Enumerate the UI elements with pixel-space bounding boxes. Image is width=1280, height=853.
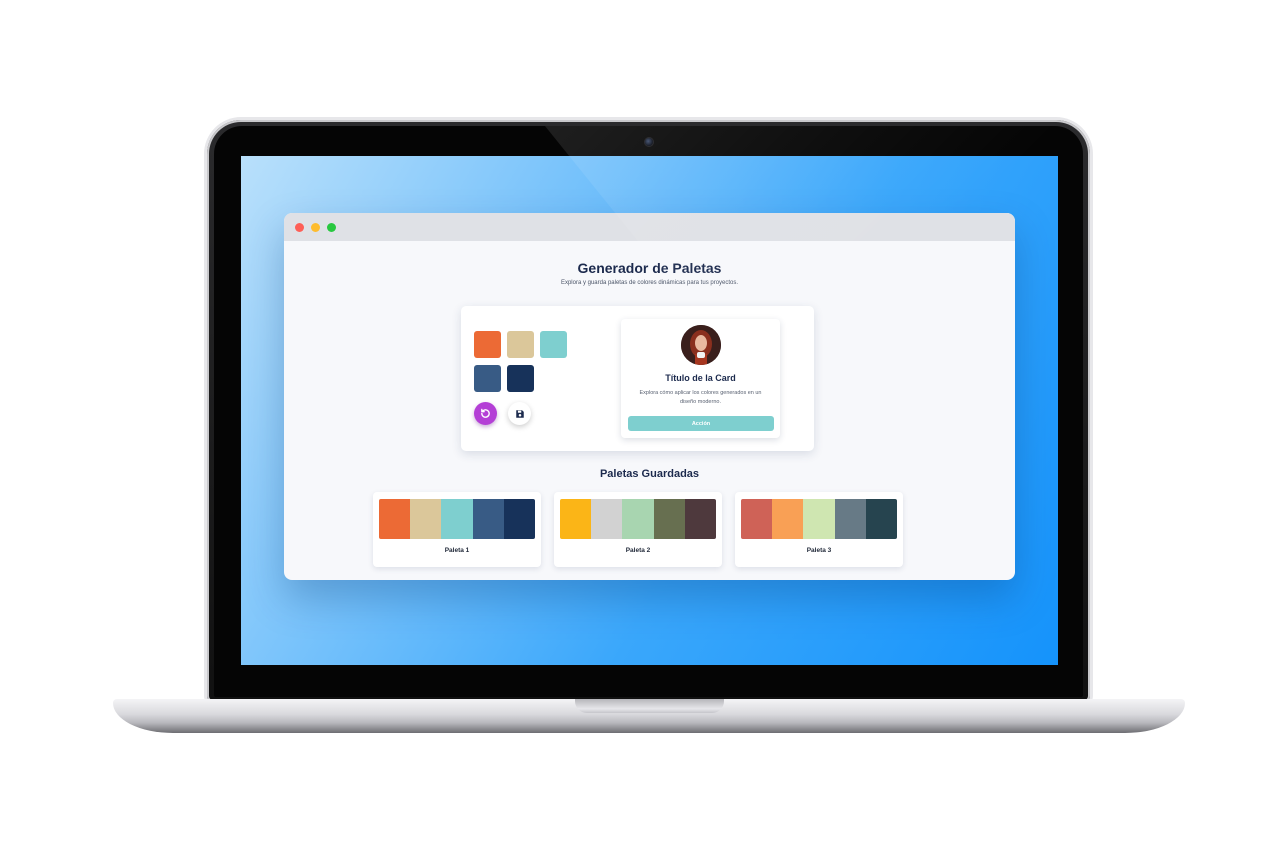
palette-color-block	[379, 499, 411, 539]
palette-strip	[560, 499, 716, 539]
color-swatch[interactable]	[507, 331, 534, 358]
color-swatch[interactable]	[474, 331, 501, 358]
regenerate-palette-button[interactable]	[474, 402, 497, 425]
palette-color-block	[684, 499, 716, 539]
color-swatch[interactable]	[474, 365, 501, 392]
saved-palette-label: Paleta 3	[806, 547, 832, 554]
saved-palette-card[interactable]: Paleta 1	[373, 492, 541, 567]
laptop-notch	[575, 699, 724, 713]
window-titlebar	[284, 213, 1015, 241]
palette-generator-panel: Título de la Card Explora cómo aplicar l…	[461, 306, 814, 451]
maximize-window-button[interactable]	[327, 223, 336, 232]
color-swatch[interactable]	[540, 331, 567, 358]
palette-color-block	[472, 499, 504, 539]
close-window-button[interactable]	[295, 223, 304, 232]
palette-strip	[379, 499, 535, 539]
floppy-disk-icon	[515, 409, 524, 418]
color-swatch[interactable]	[507, 365, 534, 392]
palette-color-block	[441, 499, 473, 539]
avatar	[681, 325, 721, 365]
palette-color-block	[622, 499, 654, 539]
minimize-window-button[interactable]	[311, 223, 320, 232]
palette-color-block	[741, 499, 773, 539]
palette-color-block	[865, 499, 897, 539]
palette-color-block	[803, 499, 835, 539]
saved-palette-label: Paleta 2	[625, 547, 651, 554]
palette-color-block	[503, 499, 535, 539]
saved-palette-card[interactable]: Paleta 3	[735, 492, 903, 567]
browser-window: Generador de Paletas Explora y guarda pa…	[284, 213, 1015, 580]
palette-strip	[741, 499, 897, 539]
saved-palette-card[interactable]: Paleta 2	[554, 492, 722, 567]
refresh-icon	[481, 408, 490, 418]
card-action-button[interactable]: Acción	[628, 416, 774, 431]
palette-color-block	[410, 499, 442, 539]
palette-color-block	[834, 499, 866, 539]
card-description: Explora cómo aplicar los colores generad…	[639, 390, 762, 405]
page-subtitle: Explora y guarda paletas de colores diná…	[560, 280, 739, 286]
palette-color-block	[772, 499, 804, 539]
card-title: Título de la Card	[665, 373, 736, 383]
laptop-screen: Generador de Paletas Explora y guarda pa…	[241, 156, 1058, 665]
palette-color-block	[560, 499, 592, 539]
saved-palettes-heading: Paletas Guardadas	[599, 468, 700, 480]
saved-palette-label: Paleta 1	[444, 547, 470, 554]
save-palette-button[interactable]	[508, 402, 531, 425]
webcam-icon	[645, 138, 653, 146]
palette-color-block	[653, 499, 685, 539]
preview-card: Título de la Card Explora cómo aplicar l…	[621, 319, 780, 438]
palette-color-block	[591, 499, 623, 539]
page-title: Generador de Paletas	[577, 260, 722, 276]
